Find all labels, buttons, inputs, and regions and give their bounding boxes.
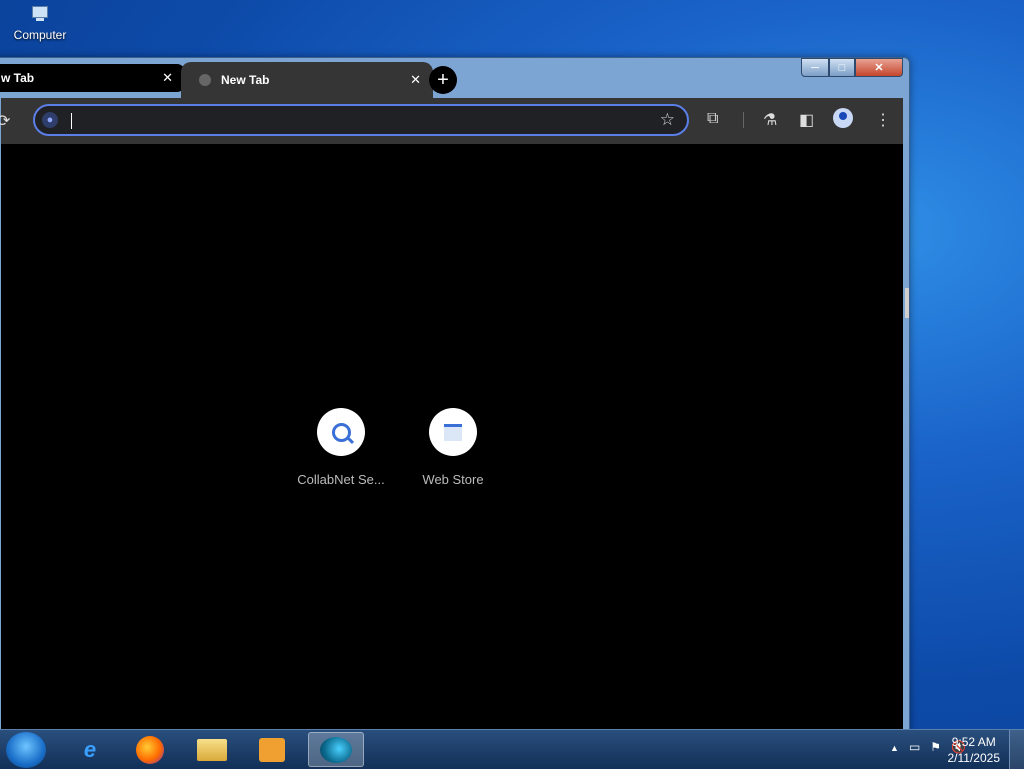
- toolbar-divider: [743, 112, 744, 128]
- action-center-flag-icon[interactable]: ⚑: [930, 740, 941, 754]
- tab-strip: w Tab ✕ New Tab ✕ +: [0, 58, 903, 98]
- browser-toolbar: ⟳ ● ☆ ⧉ ⚗ ◧ ⋮: [0, 98, 903, 144]
- clock-date: 2/11/2025: [947, 751, 1001, 765]
- tab-2-close-icon[interactable]: ✕: [410, 72, 421, 88]
- collabnet-search-icon: [317, 408, 365, 456]
- desktop-icon-computer[interactable]: Computer: [8, 4, 72, 42]
- file-explorer-icon[interactable]: [184, 732, 240, 767]
- desktop-icon-label: Computer: [13, 28, 67, 42]
- computer-icon: [29, 6, 51, 24]
- side-panel-icon[interactable]: ◧: [799, 110, 814, 130]
- menu-kebab-icon[interactable]: ⋮: [875, 110, 891, 130]
- chrome-taskbar-button[interactable]: [308, 732, 364, 767]
- globe-icon: [199, 74, 211, 86]
- address-bar[interactable]: ● ☆: [33, 104, 689, 136]
- shortcut-label: CollabNet Se...: [297, 472, 385, 487]
- tray-expand-icon[interactable]: ▲: [890, 743, 899, 754]
- taskbar: e ▲ ▭ ⚑ 🔇 9:52 AM 2/11/2025: [0, 729, 1024, 769]
- clock[interactable]: 9:52 AM 2/11/2025: [948, 734, 1001, 766]
- labs-flask-icon[interactable]: ⚗: [763, 110, 777, 130]
- browser-window: ─ □ ✕ w Tab ✕ New Tab ✕ + ⟳ ● ☆ ⧉ ⚗ ◧ ⋮ …: [0, 57, 910, 731]
- profile-avatar-icon[interactable]: [833, 108, 853, 128]
- new-tab-page: CollabNet Se... Web Store: [1, 144, 903, 730]
- clock-time: 9:52 AM: [951, 735, 996, 749]
- shortcut-web-store[interactable]: Web Store: [398, 408, 508, 487]
- reload-icon[interactable]: ⟳: [0, 111, 10, 131]
- firefox-icon[interactable]: [122, 732, 178, 767]
- tab-2-active[interactable]: New Tab ✕: [181, 62, 433, 98]
- tab-1[interactable]: w Tab ✕: [0, 64, 185, 92]
- show-desktop-button[interactable]: [1009, 730, 1024, 769]
- window-edge-scrollbar[interactable]: [905, 288, 909, 318]
- bookmark-star-icon[interactable]: ☆: [660, 110, 675, 130]
- tab-1-title: w Tab: [1, 71, 35, 85]
- tab-1-close-icon[interactable]: ✕: [162, 70, 173, 86]
- extensions-icon[interactable]: ⧉: [707, 110, 718, 128]
- start-button[interactable]: [6, 732, 46, 768]
- search-icon: ●: [42, 112, 58, 128]
- shortcut-label: Web Store: [422, 472, 484, 487]
- tab-2-title: New Tab: [221, 73, 270, 87]
- text-caret: [71, 113, 72, 129]
- new-tab-button[interactable]: +: [429, 66, 457, 94]
- shortcut-collabnet[interactable]: CollabNet Se...: [286, 408, 396, 487]
- internet-explorer-icon[interactable]: e: [62, 732, 118, 767]
- webstore-icon: [429, 408, 477, 456]
- network-icon[interactable]: ▭: [909, 740, 920, 754]
- media-player-icon[interactable]: [244, 732, 300, 767]
